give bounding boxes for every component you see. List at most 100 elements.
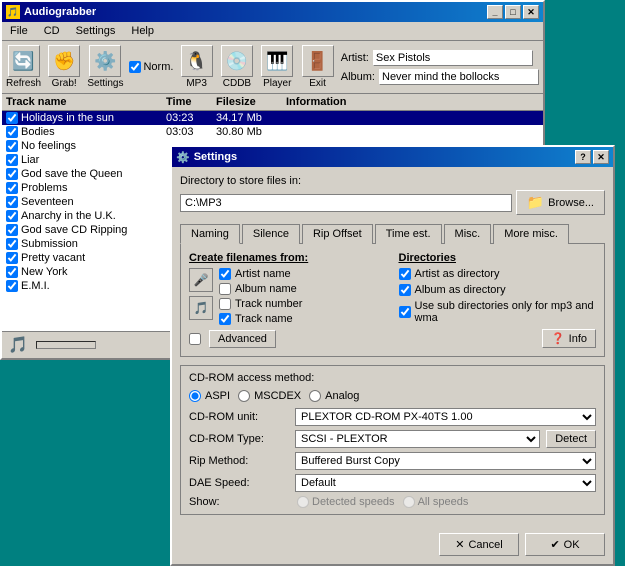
minimize-button[interactable]: _ bbox=[487, 5, 503, 19]
refresh-button[interactable]: 🔄 Refresh bbox=[6, 45, 41, 89]
artist-name-label: Artist name bbox=[235, 268, 291, 280]
norm-checkbox[interactable] bbox=[129, 61, 141, 73]
tab-more-misc[interactable]: More misc. bbox=[493, 224, 569, 244]
cddb-button[interactable]: 💿 CDDB bbox=[220, 45, 254, 89]
settings-title-bar: ⚙️ Settings ? ✕ bbox=[172, 147, 613, 167]
all-speeds-radio[interactable] bbox=[403, 496, 415, 508]
artist-input[interactable] bbox=[373, 50, 533, 66]
settings-title-label: Settings bbox=[194, 151, 237, 163]
track-number-label: Track number bbox=[235, 298, 302, 310]
mp3-icon: 🐧 bbox=[181, 45, 213, 77]
track-checkbox[interactable] bbox=[6, 182, 18, 194]
track-checkbox[interactable] bbox=[6, 154, 18, 166]
main-window-title: Audiograbber bbox=[24, 6, 96, 18]
mscdex-radio[interactable] bbox=[238, 390, 250, 402]
grab-button[interactable]: ✊ Grab! bbox=[47, 45, 81, 89]
tab-silence[interactable]: Silence bbox=[242, 224, 300, 244]
advanced-button[interactable]: Advanced bbox=[209, 330, 276, 348]
album-name-checkbox[interactable] bbox=[219, 283, 231, 295]
track-name-label: Submission bbox=[21, 238, 78, 250]
detect-button[interactable]: Detect bbox=[546, 430, 596, 448]
track-checkbox[interactable] bbox=[6, 238, 18, 250]
cdrom-title: CD-ROM access method: bbox=[189, 372, 596, 384]
music-icon: 🎵 bbox=[8, 335, 28, 355]
track-name-cell: Bodies bbox=[6, 126, 166, 138]
progress-bar[interactable] bbox=[36, 341, 96, 349]
track-checkbox[interactable] bbox=[6, 224, 18, 236]
close-button[interactable]: ✕ bbox=[523, 5, 539, 19]
track-checkbox[interactable] bbox=[6, 252, 18, 264]
track-name-cell: God save the Queen bbox=[6, 168, 166, 180]
settings-icon-title: ⚙️ bbox=[176, 151, 190, 164]
settings-button[interactable]: ⚙️ Settings bbox=[87, 45, 123, 89]
tab-rip-offset[interactable]: Rip Offset bbox=[302, 224, 373, 244]
track-checkbox[interactable] bbox=[6, 140, 18, 152]
track-name-cell: Liar bbox=[6, 154, 166, 166]
analog-radio[interactable] bbox=[309, 390, 321, 402]
album-name-label: Album name bbox=[235, 283, 297, 295]
norm-label: Norm. bbox=[143, 61, 173, 73]
rip-method-select[interactable]: Buffered Burst Copy bbox=[295, 452, 596, 470]
album-input[interactable] bbox=[379, 69, 539, 85]
subdir-checkbox[interactable] bbox=[399, 306, 411, 318]
mp3-button[interactable]: 🐧 MP3 bbox=[179, 45, 213, 89]
aspi-label: ASPI bbox=[205, 390, 230, 402]
col-info: Information bbox=[286, 96, 539, 108]
aspi-radio[interactable] bbox=[189, 390, 201, 402]
menu-settings[interactable]: Settings bbox=[72, 24, 120, 38]
dir-input[interactable] bbox=[180, 194, 512, 212]
track-name-checkbox[interactable] bbox=[219, 313, 231, 325]
artist-dir-checkbox[interactable] bbox=[399, 268, 411, 280]
track-number-checkbox[interactable] bbox=[219, 298, 231, 310]
track-size: 30.80 Mb bbox=[216, 126, 286, 138]
track-checkbox[interactable] bbox=[6, 280, 18, 292]
track-checkbox[interactable] bbox=[6, 126, 18, 138]
browse-button[interactable]: 📁 Browse... bbox=[516, 190, 605, 215]
dae-speed-select[interactable]: Default bbox=[295, 474, 596, 492]
track-name-label: Problems bbox=[21, 182, 67, 194]
track-checkbox[interactable] bbox=[6, 196, 18, 208]
menu-cd[interactable]: CD bbox=[40, 24, 64, 38]
settings-icon: ⚙️ bbox=[89, 45, 121, 77]
settings-dialog: ⚙️ Settings ? ✕ Directory to store files… bbox=[170, 145, 615, 566]
artist-name-checkbox[interactable] bbox=[219, 268, 231, 280]
player-icon: 🎹 bbox=[261, 45, 293, 77]
cdrom-type-select[interactable]: SCSI - PLEXTOR bbox=[295, 430, 540, 448]
track-checkbox[interactable] bbox=[6, 112, 18, 124]
album-dir-checkbox[interactable] bbox=[399, 284, 411, 296]
tab-time-est[interactable]: Time est. bbox=[375, 224, 442, 244]
cancel-button[interactable]: ✕ Cancel bbox=[439, 533, 519, 556]
cddb-icon: 💿 bbox=[221, 45, 253, 77]
info-button[interactable]: ❓ Info bbox=[542, 329, 596, 348]
info-icon: ❓ bbox=[551, 332, 565, 345]
ok-icon: ✔ bbox=[550, 538, 559, 551]
track-checkbox[interactable] bbox=[6, 210, 18, 222]
ok-button[interactable]: ✔ OK bbox=[525, 533, 605, 556]
exit-button[interactable]: 🚪 Exit bbox=[300, 45, 334, 89]
tab-misc[interactable]: Misc. bbox=[444, 224, 492, 244]
track-checkbox[interactable] bbox=[6, 266, 18, 278]
subdir-label: Use sub directories only for mp3 and wma bbox=[415, 300, 597, 324]
track-name-cell: E.M.I. bbox=[6, 280, 166, 292]
detected-speeds-radio[interactable] bbox=[297, 496, 309, 508]
settings-help-button[interactable]: ? bbox=[575, 150, 591, 164]
directories-title: Directories bbox=[399, 252, 597, 264]
settings-close-button[interactable]: ✕ bbox=[593, 150, 609, 164]
menu-file[interactable]: File bbox=[6, 24, 32, 38]
tab-naming[interactable]: Naming bbox=[180, 224, 240, 244]
track-checkbox[interactable] bbox=[6, 168, 18, 180]
album-dir-label: Album as directory bbox=[415, 284, 506, 296]
track-fn-icon: 🎵 bbox=[189, 296, 213, 320]
advanced-checkbox[interactable] bbox=[189, 333, 201, 345]
track-name-label: Pretty vacant bbox=[21, 252, 85, 264]
track-name-cell: Pretty vacant bbox=[6, 252, 166, 264]
menu-bar: File CD Settings Help bbox=[2, 22, 543, 41]
player-button[interactable]: 🎹 Player bbox=[260, 45, 294, 89]
maximize-button[interactable]: □ bbox=[505, 5, 521, 19]
track-name-label: New York bbox=[21, 266, 67, 278]
artist-label: Artist: bbox=[341, 52, 369, 64]
cdrom-unit-select[interactable]: PLEXTOR CD-ROM PX-40TS 1.00 bbox=[295, 408, 596, 426]
tab-naming-content: Create filenames from: 🎤 🎵 Artist name bbox=[180, 244, 605, 357]
menu-help[interactable]: Help bbox=[127, 24, 158, 38]
track-name-label: E.M.I. bbox=[21, 280, 50, 292]
